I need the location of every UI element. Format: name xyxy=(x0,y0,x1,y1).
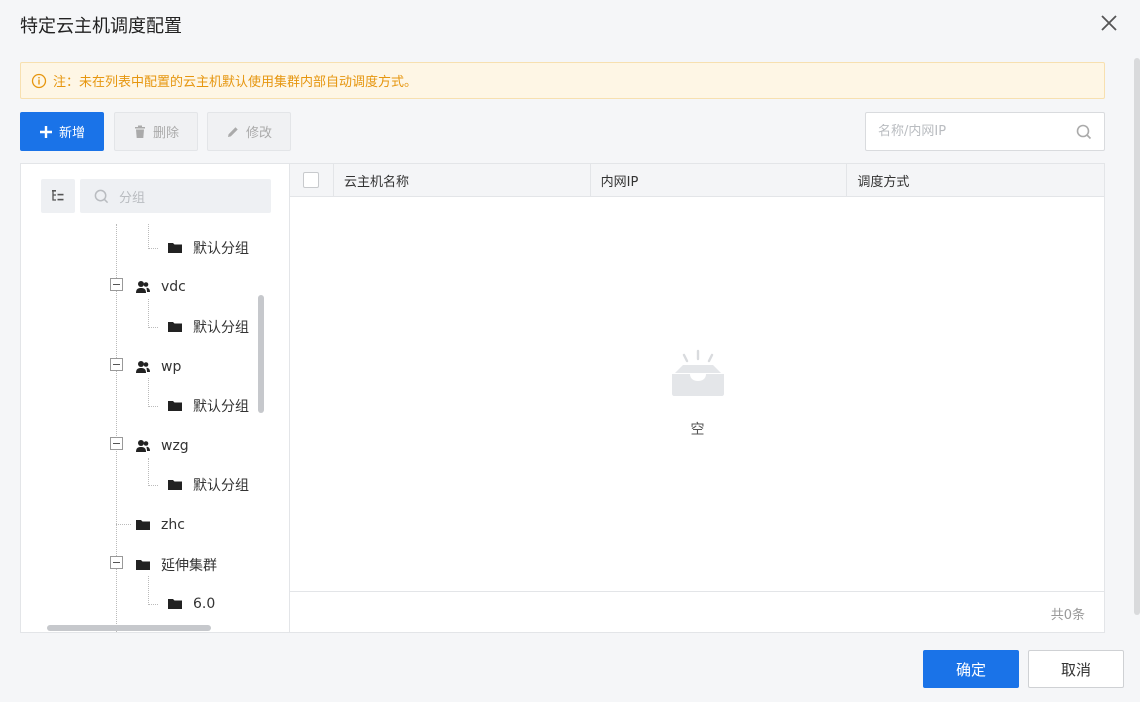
tree-connector xyxy=(148,458,149,486)
tree-connector xyxy=(116,524,131,525)
column-header-internal-ip[interactable]: 内网IP xyxy=(591,163,848,197)
column-header-schedule-mode[interactable]: 调度方式 xyxy=(847,164,1104,197)
dialog-scrollbar[interactable] xyxy=(1134,58,1140,615)
table-footer: 共0条 xyxy=(290,591,1105,634)
user-group-icon xyxy=(136,440,150,452)
select-all-checkbox[interactable] xyxy=(303,172,320,188)
tree-node-default-group[interactable]: 默认分组 xyxy=(167,238,249,258)
tree-node-6-0[interactable]: 6.0 xyxy=(167,594,215,614)
tree-vertical-scrollbar[interactable] xyxy=(258,295,264,413)
cancel-button[interactable]: 取消 xyxy=(1028,650,1124,688)
tree-connector xyxy=(148,248,158,249)
collapse-toggle-wzg[interactable] xyxy=(110,437,123,450)
tree-connector xyxy=(148,299,149,328)
total-count: 共0条 xyxy=(1050,607,1085,623)
vm-table: 云主机名称 内网IP 调度方式 空 共0条 xyxy=(290,163,1105,633)
folder-icon xyxy=(168,243,182,253)
user-group-icon xyxy=(136,281,150,293)
collapse-toggle-wp[interactable] xyxy=(110,358,123,371)
collapse-toggle-vdc[interactable] xyxy=(110,278,123,291)
ok-button[interactable]: 确定 xyxy=(923,650,1019,688)
group-tree-panel: 分组 默认分组 vdc 默认分组 wp 默认分组 wzg 默认分组 zhc 延伸… xyxy=(20,163,290,633)
column-header-vm-name[interactable]: 云主机名称 xyxy=(334,163,591,197)
tree-node-wzg[interactable]: wzg xyxy=(135,436,189,456)
empty-box-icon xyxy=(671,349,724,396)
user-group-icon xyxy=(136,361,150,373)
tree-node-default-group[interactable]: 默认分组 xyxy=(167,396,249,416)
close-button[interactable] xyxy=(1098,12,1120,34)
folder-icon xyxy=(136,560,150,570)
folder-icon xyxy=(168,599,182,609)
notice-text: 注：未在列表中配置的云主机默认使用集群内部自动调度方式。 xyxy=(53,75,418,90)
edit-button-label: 修改 xyxy=(245,126,272,141)
close-icon xyxy=(1101,15,1117,31)
tree-connector xyxy=(148,604,158,605)
tree-search-placeholder: 分组 xyxy=(119,190,146,206)
add-button-label: 新增 xyxy=(58,126,85,141)
tree-search-box[interactable]: 分组 xyxy=(80,179,271,213)
pencil-icon xyxy=(227,126,238,137)
scheduling-config-dialog: 特定云主机调度配置 注：未在列表中配置的云主机默认使用集群内部自动调度方式。 新… xyxy=(0,0,1140,702)
tree-toggle-button[interactable] xyxy=(41,179,75,213)
folder-icon xyxy=(168,480,182,490)
tree-connector xyxy=(148,224,149,249)
vm-search-box xyxy=(865,112,1105,151)
tree-node-zhc[interactable]: zhc xyxy=(135,515,185,535)
collapse-toggle-extended-cluster[interactable] xyxy=(110,556,123,569)
table-header: 云主机名称 内网IP 调度方式 xyxy=(290,163,1104,197)
plus-icon xyxy=(39,125,52,138)
folder-icon xyxy=(136,520,150,530)
tree-connector xyxy=(148,406,158,407)
delete-button[interactable]: 删除 xyxy=(114,112,198,151)
select-all-cell xyxy=(290,163,334,197)
add-button[interactable]: 新增 xyxy=(20,112,104,151)
tree-node-extended-cluster[interactable]: 延伸集群 xyxy=(135,555,217,575)
info-icon xyxy=(31,73,47,88)
empty-state: 空 xyxy=(290,197,1105,591)
tree-node-default-group[interactable]: 默认分组 xyxy=(167,317,249,337)
tree-node-wp[interactable]: wp xyxy=(135,357,181,377)
search-icon[interactable] xyxy=(1076,124,1092,140)
tree-connector xyxy=(148,576,149,605)
tree-node-vdc[interactable]: vdc xyxy=(135,277,186,297)
dialog-title: 特定云主机调度配置 xyxy=(20,16,182,37)
tree-structure-icon xyxy=(52,190,64,201)
notice-banner: 注：未在列表中配置的云主机默认使用集群内部自动调度方式。 xyxy=(20,62,1105,99)
search-icon xyxy=(94,189,109,203)
tree-connector xyxy=(148,378,149,407)
delete-button-label: 删除 xyxy=(152,126,179,141)
edit-button[interactable]: 修改 xyxy=(207,112,291,151)
tree-horizontal-scrollbar[interactable] xyxy=(47,625,211,631)
tree-connector xyxy=(148,485,158,486)
vm-search-input[interactable] xyxy=(878,124,1076,139)
tree-node-default-group[interactable]: 默认分组 xyxy=(167,475,249,495)
tree-connector xyxy=(148,327,158,328)
trash-icon xyxy=(134,125,145,138)
folder-icon xyxy=(168,401,182,411)
empty-text: 空 xyxy=(690,422,705,438)
folder-icon xyxy=(168,322,182,332)
